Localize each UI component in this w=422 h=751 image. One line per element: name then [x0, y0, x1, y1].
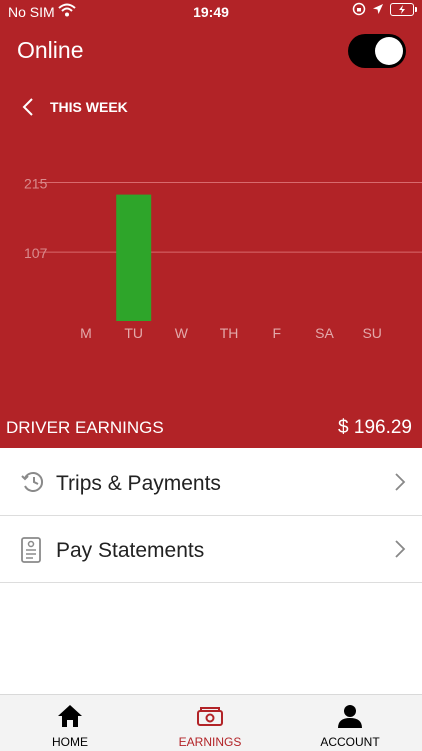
menu-item-label: Trips & Payments — [56, 472, 221, 495]
y-tick-label: 215 — [24, 176, 48, 192]
menu-row-trips-payments[interactable]: Trips & Payments — [0, 449, 422, 516]
tab-home[interactable]: HOME — [0, 695, 140, 751]
person-icon — [338, 705, 362, 728]
weekly-earnings-chart: 107 215 M TU W TH F SA SU — [24, 176, 422, 341]
home-icon — [58, 705, 82, 727]
x-tick-label-su: SU — [362, 325, 381, 341]
driver-earnings-value: $ 196.29 — [338, 417, 412, 438]
x-tick-label-th: TH — [220, 325, 239, 341]
statement-document-icon — [20, 536, 42, 569]
money-icon — [197, 707, 223, 726]
chevron-right-icon — [394, 472, 406, 497]
x-tick-label-f: F — [273, 325, 282, 341]
x-tick-label-sa: SA — [315, 325, 334, 341]
tab-label: HOME — [52, 735, 88, 749]
tab-label: ACCOUNT — [320, 735, 380, 749]
bottom-tab-bar: HOME EARNINGS ACCOUNT — [0, 694, 422, 751]
chevron-right-icon — [394, 539, 406, 564]
x-tick-label-m: M — [80, 325, 92, 341]
tab-label: EARNINGS — [178, 735, 242, 749]
tab-earnings[interactable]: EARNINGS — [140, 695, 280, 751]
x-tick-label-w: W — [175, 325, 189, 341]
menu-item-label: Pay Statements — [56, 539, 205, 562]
y-tick-label: 107 — [24, 245, 48, 261]
bar-tu[interactable] — [116, 194, 152, 321]
tab-account[interactable]: ACCOUNT — [280, 695, 420, 751]
driver-earnings-label: DRIVER EARNINGS — [6, 418, 164, 437]
x-tick-label-tu: TU — [124, 325, 143, 341]
menu-row-pay-statements[interactable]: Pay Statements — [0, 516, 422, 583]
history-clock-icon — [20, 469, 46, 500]
